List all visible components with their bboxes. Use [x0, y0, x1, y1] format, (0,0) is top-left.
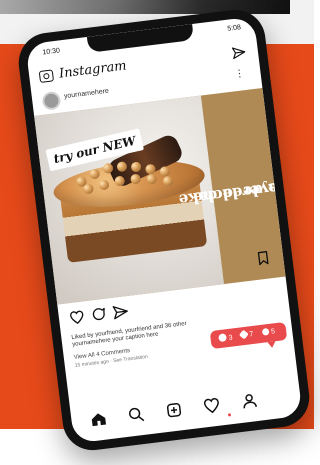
phone-notch — [86, 24, 195, 53]
add-post-icon[interactable] — [164, 400, 184, 420]
home-icon[interactable] — [89, 409, 109, 429]
bottom-tab-bar — [70, 384, 301, 434]
post-image[interactable]: try our NEW dulce de leche layered cake — [34, 87, 303, 305]
phone-screen: 10:30 5:08 Instagram yournamehere ⋮ try … — [25, 16, 303, 444]
notif-comments: 3 — [218, 332, 233, 344]
search-icon[interactable] — [126, 405, 146, 425]
heart-icon[interactable] — [202, 395, 222, 415]
like-count-icon — [238, 329, 249, 340]
status-right: 5:08 — [226, 24, 242, 33]
bookmark-icon[interactable] — [254, 249, 272, 267]
notif-follows: 5 — [261, 327, 276, 338]
comment-icon[interactable] — [90, 306, 108, 324]
like-count: 7 — [248, 330, 254, 339]
activity-dot — [227, 413, 232, 417]
more-options-icon[interactable]: ⋮ — [234, 68, 245, 80]
heart-icon[interactable] — [68, 308, 86, 326]
comment-count: 3 — [228, 334, 233, 342]
profile-icon[interactable] — [239, 391, 259, 411]
avatar[interactable] — [41, 90, 62, 111]
notif-likes: 7 — [238, 329, 254, 341]
phone-wrap: 10:30 5:08 Instagram yournamehere ⋮ try … — [0, 0, 314, 465]
phone-mockup: 10:30 5:08 Instagram yournamehere ⋮ try … — [15, 6, 313, 454]
app-title: Instagram — [58, 58, 128, 82]
follow-count: 5 — [270, 328, 276, 336]
send-icon[interactable] — [231, 45, 247, 61]
post-username[interactable]: yournamehere — [64, 88, 110, 100]
follow-count-icon — [261, 327, 270, 336]
vertical-caption-text: dulce de leche layered cake — [178, 129, 302, 255]
share-icon[interactable] — [112, 303, 130, 321]
camera-icon[interactable] — [38, 69, 55, 83]
comment-count-icon — [218, 333, 228, 343]
status-time: 10:30 — [42, 47, 61, 57]
